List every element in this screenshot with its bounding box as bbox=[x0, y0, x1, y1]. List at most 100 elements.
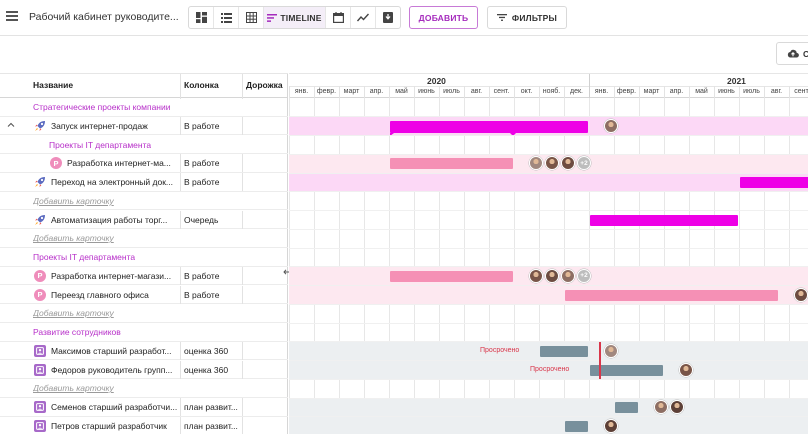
row-divider bbox=[289, 135, 808, 136]
group-row[interactable]: Развитие сотрудников bbox=[0, 323, 288, 342]
chevron-up-icon[interactable] bbox=[7, 121, 15, 129]
month-label: апр. bbox=[669, 88, 684, 95]
row-band bbox=[289, 417, 808, 434]
month-label: июнь bbox=[418, 88, 435, 95]
menu-icon[interactable] bbox=[6, 11, 18, 21]
avatar[interactable] bbox=[794, 287, 808, 302]
group-title: Развитие сотрудников bbox=[33, 327, 121, 337]
table-row[interactable]: P Переезд главного офиса В работе bbox=[0, 285, 288, 305]
avatar[interactable] bbox=[604, 343, 618, 358]
avatar[interactable] bbox=[561, 268, 575, 283]
row-divider bbox=[289, 210, 808, 211]
year-label: 2020 bbox=[427, 76, 446, 86]
month-label: янв. bbox=[594, 88, 609, 95]
group-row[interactable]: Проекты IT департамента bbox=[0, 248, 288, 267]
add-card-row[interactable]: Добавить карточку bbox=[0, 192, 288, 211]
list-view-icon bbox=[220, 12, 232, 23]
column-header-column[interactable]: Колонка bbox=[184, 80, 219, 90]
avatar[interactable] bbox=[670, 400, 684, 414]
add-card-link[interactable]: Добавить карточку bbox=[33, 308, 114, 318]
avatar[interactable] bbox=[604, 418, 618, 433]
table-view-button[interactable] bbox=[239, 7, 264, 28]
project-badge-icon: P bbox=[34, 269, 46, 282]
top-toolbar: Рабочий кабинет руководите... TIMELINE Д… bbox=[0, 0, 808, 36]
card-title: Автоматизация работы торг... bbox=[51, 214, 168, 225]
overdue-label: Просрочено bbox=[530, 365, 570, 373]
card-column-value: оценка 360 bbox=[184, 364, 229, 375]
column-divider bbox=[180, 116, 181, 135]
calendar-view-button[interactable] bbox=[326, 7, 351, 28]
timeline-bar[interactable] bbox=[615, 402, 638, 413]
timeline-view-button[interactable]: TIMELINE bbox=[264, 7, 326, 28]
timeline-bar[interactable] bbox=[390, 120, 588, 136]
filters-label: ФИЛЬТРЫ bbox=[511, 12, 558, 23]
cards-table: Название Колонка Дорожка Стратегические … bbox=[0, 73, 295, 434]
chart-view-button[interactable] bbox=[351, 7, 376, 28]
group-title: Проекты IT департамента bbox=[33, 252, 136, 262]
timeline-view-label: TIMELINE bbox=[280, 12, 322, 23]
table-row[interactable]: Переход на электронный док... В работе bbox=[0, 173, 288, 192]
person-card-icon bbox=[34, 363, 46, 376]
archive-view-button[interactable] bbox=[376, 7, 400, 28]
column-divider bbox=[242, 154, 243, 173]
add-card-row[interactable]: Добавить карточку bbox=[0, 379, 288, 398]
avatar[interactable] bbox=[529, 268, 543, 283]
table-row[interactable]: Петров старший разработчик план развит... bbox=[0, 416, 288, 434]
table-row[interactable]: Федоров руководитель групп... оценка 360 bbox=[0, 360, 288, 380]
column-header-track[interactable]: Дорожка bbox=[246, 80, 283, 90]
row-divider bbox=[289, 303, 808, 305]
table-row[interactable]: Запуск интернет-продаж В работе bbox=[0, 116, 288, 136]
card-column-value: Очередь bbox=[184, 214, 219, 225]
view-switcher: TIMELINE bbox=[188, 6, 401, 29]
timeline-bar[interactable] bbox=[590, 214, 738, 226]
filters-button[interactable]: ФИЛЬТРЫ bbox=[487, 6, 567, 29]
cloud-upload-label: С bbox=[803, 48, 808, 59]
month-label: сент. bbox=[493, 88, 510, 95]
table-row[interactable]: Максимов старший разработ... оценка 360 bbox=[0, 341, 288, 361]
column-divider bbox=[180, 74, 181, 99]
column-divider bbox=[242, 210, 243, 229]
add-card-row[interactable]: Добавить карточку bbox=[0, 304, 288, 323]
month-label: авг. bbox=[470, 88, 483, 95]
column-divider bbox=[180, 210, 181, 229]
timeline-bar[interactable] bbox=[565, 420, 588, 432]
group-row[interactable]: Стратегические проекты компании bbox=[0, 98, 288, 117]
add-card-link[interactable]: Добавить карточку bbox=[33, 233, 114, 243]
timeline-bar[interactable] bbox=[740, 177, 808, 188]
cloud-upload-button[interactable]: С bbox=[776, 42, 808, 65]
rocket-icon bbox=[34, 120, 46, 132]
today-marker bbox=[599, 341, 601, 380]
table-row[interactable]: Семенов старший разработчи... план развит… bbox=[0, 398, 288, 417]
card-column-value: план развит... bbox=[184, 420, 238, 431]
group-row[interactable]: Проекты IT департамента bbox=[0, 136, 288, 155]
timeline-bar[interactable] bbox=[590, 364, 663, 376]
add-card-row[interactable]: Добавить карточку bbox=[0, 229, 288, 248]
more-assignees-badge[interactable]: +2 bbox=[577, 268, 591, 283]
timeline-bar[interactable] bbox=[540, 345, 588, 357]
group-title: Проекты IT департамента bbox=[49, 139, 152, 150]
avatar[interactable] bbox=[545, 268, 559, 283]
timeline-bar[interactable] bbox=[565, 289, 778, 301]
column-header-name[interactable]: Название bbox=[33, 80, 73, 90]
avatar[interactable] bbox=[679, 362, 693, 377]
avatar[interactable] bbox=[654, 400, 668, 414]
column-divider bbox=[180, 154, 181, 173]
list-view-button[interactable] bbox=[214, 7, 239, 28]
timeline-bar[interactable] bbox=[390, 158, 513, 170]
row-divider bbox=[289, 378, 808, 380]
add-card-link[interactable]: Добавить карточку bbox=[33, 383, 114, 393]
person-card-icon bbox=[34, 401, 46, 413]
row-band bbox=[289, 398, 808, 417]
card-column-value: В работе bbox=[184, 120, 220, 131]
timeline-bar[interactable] bbox=[390, 270, 513, 282]
avatar[interactable] bbox=[604, 118, 618, 133]
table-row[interactable]: Автоматизация работы торг... Очередь bbox=[0, 210, 288, 230]
add-card-link[interactable]: Добавить карточку bbox=[33, 196, 114, 206]
month-label: июль bbox=[443, 88, 460, 95]
add-button[interactable]: ДОБАВИТЬ bbox=[409, 6, 478, 29]
month-label: март bbox=[643, 88, 660, 95]
table-row[interactable]: P Разработка интернет-ма... В работе bbox=[0, 154, 288, 173]
table-row[interactable]: P Разработка интернет-магази... В работе bbox=[0, 266, 288, 286]
overdue-label: Просрочено bbox=[480, 346, 520, 354]
board-view-button[interactable] bbox=[189, 7, 214, 28]
